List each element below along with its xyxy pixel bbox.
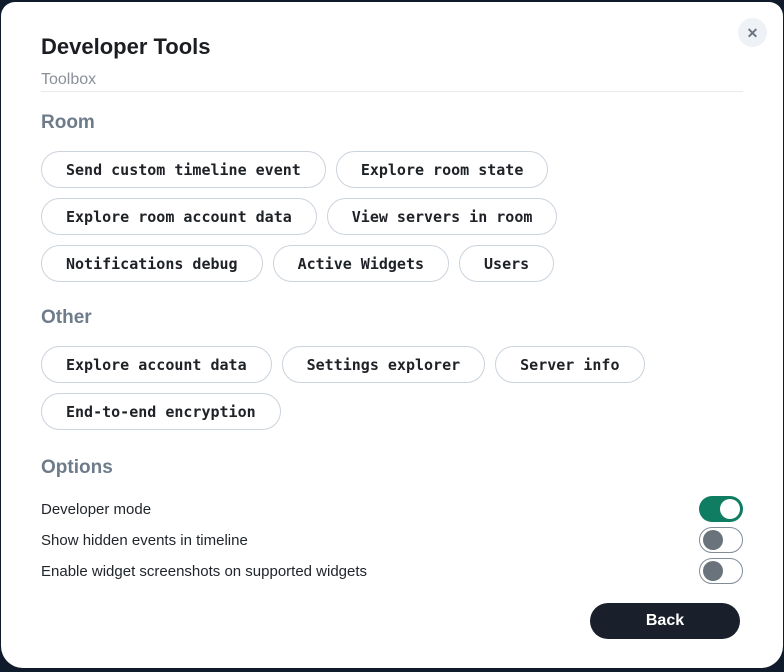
toggle-knob xyxy=(703,530,723,550)
developer-mode-toggle[interactable] xyxy=(699,496,743,522)
option-row-developer-mode: Developer mode xyxy=(41,496,743,522)
toggle-knob xyxy=(720,499,740,519)
option-row-widget-screenshots: Enable widget screenshots on supported w… xyxy=(41,558,743,584)
close-icon: ✕ xyxy=(747,26,759,40)
notifications-debug-button[interactable]: Notifications debug xyxy=(41,245,263,282)
developer-tools-dialog: ✕ Developer Tools Toolbox Room Send cust… xyxy=(1,2,783,668)
back-button[interactable]: Back xyxy=(590,603,740,639)
option-row-show-hidden-events: Show hidden events in timeline xyxy=(41,527,743,553)
close-button[interactable]: ✕ xyxy=(738,18,767,47)
explore-room-state-button[interactable]: Explore room state xyxy=(336,151,549,188)
settings-explorer-button[interactable]: Settings explorer xyxy=(282,346,486,383)
dialog-footer: Back xyxy=(41,603,743,639)
explore-account-data-button[interactable]: Explore account data xyxy=(41,346,272,383)
developer-mode-label: Developer mode xyxy=(41,501,151,518)
other-button-grid: Explore account data Settings explorer S… xyxy=(41,346,743,430)
dialog-subtitle: Toolbox xyxy=(41,71,743,92)
room-button-grid: Send custom timeline event Explore room … xyxy=(41,151,743,282)
server-info-button[interactable]: Server info xyxy=(495,346,644,383)
widget-screenshots-label: Enable widget screenshots on supported w… xyxy=(41,563,367,580)
show-hidden-events-label: Show hidden events in timeline xyxy=(41,532,248,549)
active-widgets-button[interactable]: Active Widgets xyxy=(273,245,449,282)
explore-room-account-data-button[interactable]: Explore room account data xyxy=(41,198,317,235)
widget-screenshots-toggle[interactable] xyxy=(699,558,743,584)
toggle-knob xyxy=(703,561,723,581)
send-custom-timeline-event-button[interactable]: Send custom timeline event xyxy=(41,151,326,188)
section-heading-room: Room xyxy=(41,112,743,134)
end-to-end-encryption-button[interactable]: End-to-end encryption xyxy=(41,393,281,430)
users-button[interactable]: Users xyxy=(459,245,554,282)
view-servers-in-room-button[interactable]: View servers in room xyxy=(327,198,558,235)
section-heading-other: Other xyxy=(41,307,743,329)
show-hidden-events-toggle[interactable] xyxy=(699,527,743,553)
dialog-title: Developer Tools xyxy=(41,34,743,60)
options-list: Developer mode Show hidden events in tim… xyxy=(41,496,743,584)
section-heading-options: Options xyxy=(41,457,743,479)
